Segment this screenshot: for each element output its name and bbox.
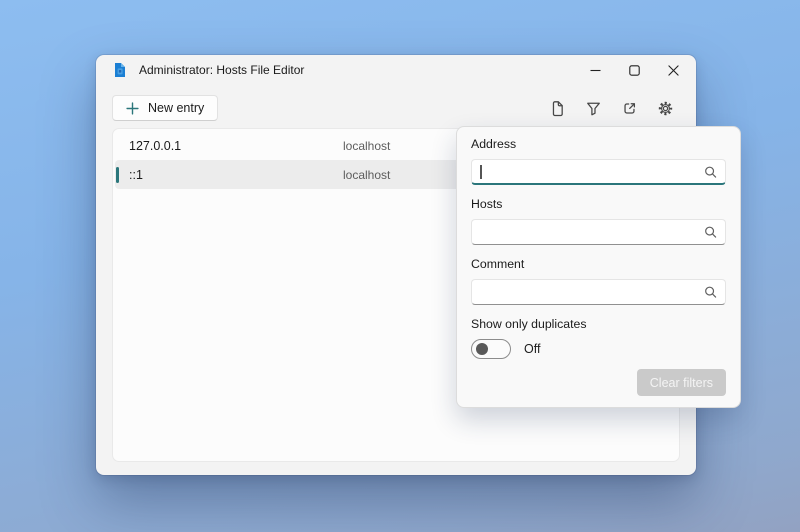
duplicates-toggle-row: Off [471,339,726,359]
toolbar: New entry [96,85,696,121]
search-icon [703,225,718,240]
open-external-button[interactable] [621,100,638,117]
app-icon [112,62,128,78]
new-file-button[interactable] [549,100,566,117]
hosts-filter-field[interactable] [471,219,726,245]
new-entry-label: New entry [148,101,204,115]
toggle-knob [476,343,488,355]
text-caret [480,165,482,179]
show-only-duplicates-label: Show only duplicates [471,317,726,331]
toolbar-icons [549,100,680,117]
window-title: Administrator: Hosts File Editor [139,63,304,77]
row-hosts: localhost [343,168,390,182]
filter-button[interactable] [585,100,602,117]
minimize-icon [590,65,601,76]
close-icon [668,65,679,76]
hosts-filter-label: Hosts [471,197,726,212]
filter-icon [585,100,602,117]
row-hosts: localhost [343,139,390,153]
comment-filter-input[interactable] [472,280,725,304]
new-entry-button[interactable]: New entry [112,95,218,121]
settings-gear-icon [657,100,674,117]
address-filter-input[interactable] [472,160,725,183]
settings-button[interactable] [657,100,674,117]
row-address: 127.0.0.1 [129,139,343,153]
comment-filter-field[interactable] [471,279,726,305]
comment-filter-label: Comment [471,257,726,272]
maximize-icon [629,65,640,76]
duplicates-toggle[interactable] [471,339,511,359]
clear-filters-button[interactable]: Clear filters [637,369,726,396]
toggle-state-label: Off [524,342,540,356]
new-file-icon [549,100,566,117]
hosts-filter-input[interactable] [472,220,725,244]
titlebar[interactable]: Administrator: Hosts File Editor [96,55,696,85]
row-address: ::1 [129,168,343,182]
search-icon [703,164,718,179]
open-external-icon [621,100,638,117]
minimize-button[interactable] [576,57,615,84]
filter-popup: Address Hosts Comment Show only duplicat… [456,126,741,408]
address-filter-label: Address [471,137,726,152]
maximize-button[interactable] [615,57,654,84]
search-icon [703,285,718,300]
plus-icon [126,102,139,115]
address-filter-field[interactable] [471,159,726,185]
desktop: { "window": { "title": "Administrator: H… [0,0,800,532]
close-button[interactable] [654,57,693,84]
selection-indicator [116,167,119,183]
window-controls [576,57,693,84]
